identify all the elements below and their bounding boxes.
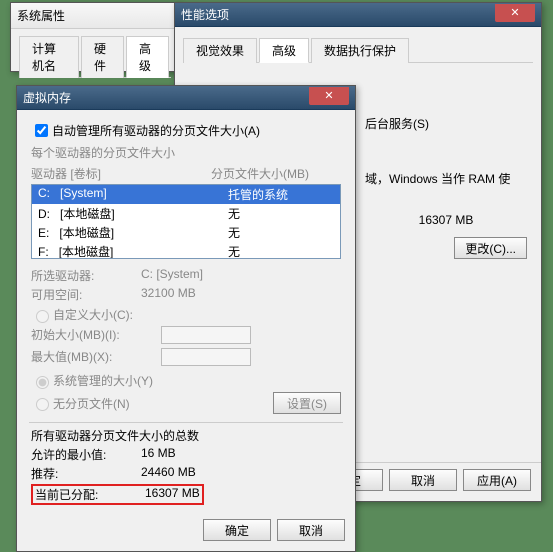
drive-list[interactable]: C: [System] 托管的系统 D: [本地磁盘] 无 E: [本地磁盘] …: [31, 184, 341, 259]
free-space-label: 可用空间:: [31, 286, 141, 303]
vm-title: 虚拟内存: [23, 89, 71, 106]
drive-row[interactable]: C: [System] 托管的系统: [32, 185, 340, 204]
no-pagefile-label: 无分页文件(N): [53, 395, 130, 412]
vm-ok-button[interactable]: 确定: [203, 519, 271, 541]
current-value: 16307 MB: [145, 486, 200, 503]
tab-computer-name[interactable]: 计算机名: [19, 36, 79, 78]
change-button[interactable]: 更改(C)...: [454, 237, 527, 259]
recommended-value: 24460 MB: [141, 465, 341, 482]
drive-row[interactable]: E: [本地磁盘] 无: [32, 223, 340, 242]
max-size-label: 最大值(MB)(X):: [31, 348, 161, 366]
tab-hardware[interactable]: 硬件: [81, 36, 124, 78]
sysprops-title: 系统属性: [17, 7, 65, 24]
set-button: 设置(S): [273, 392, 341, 414]
vm-cancel-button[interactable]: 取消: [277, 519, 345, 541]
virtual-memory-dialog: 虚拟内存 ✕ 自动管理所有驱动器的分页文件大小(A) 每个驱动器的分页文件大小 …: [16, 85, 356, 552]
vm-titlebar: 虚拟内存 ✕: [17, 86, 355, 110]
no-pagefile-radio: [36, 398, 49, 411]
max-size-input: [161, 348, 251, 366]
close-icon[interactable]: ✕: [495, 4, 535, 22]
custom-size-label: 自定义大小(C):: [53, 306, 133, 323]
current-label: 当前已分配:: [35, 486, 145, 503]
col-drive-label: 驱动器 [卷标]: [31, 165, 211, 182]
tab-advanced-perf[interactable]: 高级: [259, 38, 309, 63]
system-managed-radio: [36, 376, 49, 389]
per-drive-header: 每个驱动器的分页文件大小: [31, 144, 341, 161]
ram-line: 域，Windows 当作 RAM 使: [365, 170, 527, 187]
min-allowed-value: 16 MB: [141, 446, 341, 463]
auto-manage-label: 自动管理所有驱动器的分页文件大小(A): [52, 122, 260, 139]
perf-titlebar: 性能选项 ✕: [175, 3, 541, 27]
free-space-value: 32100 MB: [141, 286, 341, 303]
initial-size-label: 初始大小(MB)(I):: [31, 326, 161, 344]
ram-value: 16307 MB: [365, 213, 527, 227]
min-allowed-label: 允许的最小值:: [31, 446, 141, 463]
drive-row[interactable]: D: [本地磁盘] 无: [32, 204, 340, 223]
tab-advanced-sys[interactable]: 高级: [126, 36, 169, 78]
drive-row[interactable]: F: [本地磁盘] 无: [32, 242, 340, 259]
current-allocated-highlight: 当前已分配: 16307 MB: [31, 484, 204, 505]
perf-cancel-button[interactable]: 取消: [389, 469, 457, 491]
vm-body: 自动管理所有驱动器的分页文件大小(A) 每个驱动器的分页文件大小 驱动器 [卷标…: [17, 110, 355, 513]
custom-size-radio: [36, 310, 49, 323]
tab-visual-effects[interactable]: 视觉效果: [183, 38, 257, 63]
system-properties-dialog: 系统属性 计算机名 硬件 高级 要进行大多数更改，你必须: [10, 2, 180, 72]
close-icon[interactable]: ✕: [309, 87, 349, 105]
auto-manage-checkbox[interactable]: [35, 124, 48, 137]
perf-apply-button[interactable]: 应用(A): [463, 469, 531, 491]
bg-service-label: 后台服务(S): [365, 115, 527, 132]
sysprops-titlebar: 系统属性: [11, 3, 179, 29]
auto-manage-row: 自动管理所有驱动器的分页文件大小(A): [31, 121, 341, 140]
recommended-label: 推荐:: [31, 465, 141, 482]
tab-dep[interactable]: 数据执行保护: [311, 38, 409, 63]
vm-footer: 确定 取消: [17, 513, 355, 551]
system-managed-label: 系统管理的大小(Y): [53, 372, 153, 389]
totals-header: 所有驱动器分页文件大小的总数: [31, 427, 341, 444]
perf-tabs: 视觉效果 高级 数据执行保护: [183, 37, 533, 63]
sysprops-tabs: 计算机名 硬件 高级: [19, 35, 171, 78]
selected-drive-label: 所选驱动器:: [31, 267, 141, 284]
selected-drive-value: C: [System]: [141, 267, 341, 284]
initial-size-input: [161, 326, 251, 344]
drive-list-header: 驱动器 [卷标] 分页文件大小(MB): [31, 165, 341, 182]
perf-title: 性能选项: [181, 6, 229, 23]
col-pf-label: 分页文件大小(MB): [211, 165, 341, 182]
